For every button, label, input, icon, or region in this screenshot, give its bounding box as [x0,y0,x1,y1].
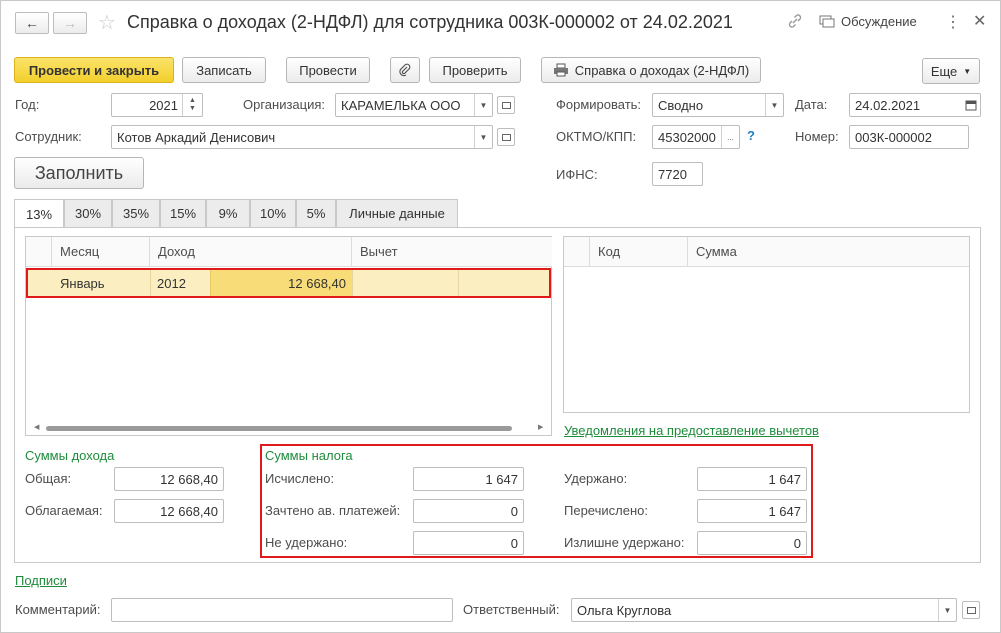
calculated-label: Исчислено: [265,471,335,486]
organization-field[interactable]: КАРАМЕЛЬКА ООО ▼ [335,93,493,117]
over-withheld-field[interactable]: 0 [697,531,807,555]
employee-label: Сотрудник: [15,129,82,144]
total-income-label: Общая: [25,471,72,486]
check-button[interactable]: Проверить [429,57,521,83]
signatures-link[interactable]: Подписи [15,573,67,588]
deductions-notifications-link[interactable]: Уведомления на предоставление вычетов [564,423,819,438]
employee-field[interactable]: Котов Аркадий Денисович ▼ [111,125,493,149]
back-button[interactable]: ← [15,12,49,34]
chevron-down-icon: ▼ [963,66,972,76]
withheld-field[interactable]: 1 647 [697,467,807,491]
over-withheld-label: Излишне удержано: [564,535,685,550]
fill-button[interactable]: Заполнить [14,157,144,189]
open-organization-button[interactable] [497,96,515,114]
taxable-income-label: Облагаемая: [25,503,103,518]
rate-tabs: 13% 30% 35% 15% 9% 10% 5% Личные данные [14,199,458,228]
favorite-star-icon[interactable]: ☆ [98,10,116,35]
credited-advance-label: Зачтено ав. платежей: [265,503,401,518]
taxable-income-field[interactable]: 12 668,40 [114,499,224,523]
year-spinner[interactable]: ▲ ▼ [182,94,202,116]
tab-9[interactable]: 9% [206,199,250,227]
ifns-label: ИФНС: [556,167,598,182]
more-button[interactable]: Еще ▼ [922,58,980,84]
printer-icon [553,63,568,77]
tab-10[interactable]: 10% [250,199,296,227]
transferred-field[interactable]: 1 647 [697,499,807,523]
open-employee-button[interactable] [497,128,515,146]
post-button[interactable]: Провести [286,57,370,83]
ifns-field[interactable]: 7720 [652,162,703,186]
column-deduction[interactable]: Вычет [352,237,552,267]
not-withheld-field[interactable]: 0 [413,531,524,555]
open-window-icon [501,101,511,109]
arrow-right-icon: → [63,15,77,31]
tab-30[interactable]: 30% [64,199,112,227]
withheld-label: Удержано: [564,471,628,486]
column-code[interactable]: Код [590,237,688,267]
page-title: Справка о доходах (2-НДФЛ) для сотрудник… [127,12,733,32]
year-label: Год: [15,97,40,112]
form-mode-select[interactable]: Сводно ▼ [652,93,784,117]
tab-5[interactable]: 5% [296,199,336,227]
help-icon[interactable]: ? [747,128,755,143]
close-icon[interactable]: ✕ [973,11,986,31]
date-field[interactable]: 24.02.2021 [849,93,981,117]
forward-button[interactable]: → [53,12,87,34]
link-icon[interactable] [787,13,803,32]
spin-up-icon: ▲ [189,97,196,104]
responsible-label: Ответственный: [463,602,560,617]
save-button[interactable]: Записать [182,57,266,83]
scroll-left-icon[interactable]: ◀ [34,423,39,431]
responsible-field[interactable]: Ольга Круглова ▼ [571,598,957,622]
open-responsible-button[interactable] [962,601,980,619]
highlight-row-frame [26,268,551,298]
attach-button[interactable] [390,57,420,83]
deductions-table: Код Сумма [563,236,970,413]
chevron-down-icon[interactable]: ▼ [474,126,492,148]
credited-advance-field[interactable]: 0 [413,499,524,523]
year-field[interactable]: 2021 ▲ ▼ [111,93,203,117]
column-sum[interactable]: Сумма [688,237,969,267]
tab-personal-data[interactable]: Личные данные [336,199,458,227]
tab-35[interactable]: 35% [112,199,160,227]
comment-field[interactable] [111,598,453,622]
calendar-icon[interactable] [962,94,980,116]
chevron-down-icon[interactable]: ▼ [938,599,956,621]
chevron-down-icon[interactable]: ▼ [474,94,492,116]
form-mode-label: Формировать: [556,97,642,112]
tab-13[interactable]: 13% [14,199,64,228]
total-income-field[interactable]: 12 668,40 [114,467,224,491]
tax-sums-title: Суммы налога [265,448,353,463]
organization-label: Организация: [243,97,326,112]
income-table: Месяц Доход Вычет Январь 2012 12 668,40 … [25,236,552,436]
print-report-button[interactable]: Справка о доходах (2-НДФЛ) [541,57,761,83]
number-label: Номер: [795,129,839,144]
chat-icon [819,15,835,27]
not-withheld-label: Не удержано: [265,535,348,550]
column-month[interactable]: Месяц [52,237,150,267]
oktmo-label: ОКТМО/КПП: [556,129,637,144]
more-menu-icon[interactable]: ⋮ [945,12,961,32]
select-button[interactable]: ... [721,126,739,148]
chevron-down-icon[interactable]: ▼ [765,94,783,116]
open-window-icon [966,606,976,614]
horizontal-scrollbar[interactable] [46,426,512,431]
spin-down-icon: ▼ [189,105,196,112]
comment-label: Комментарий: [15,602,101,617]
tab-15[interactable]: 15% [160,199,206,227]
arrow-left-icon: ← [25,15,39,31]
post-and-close-button[interactable]: Провести и закрыть [14,57,174,83]
income-sums-title: Суммы дохода [25,448,115,463]
open-window-icon [501,133,511,141]
number-field[interactable]: 003К-000002 [849,125,969,149]
calculated-field[interactable]: 1 647 [413,467,524,491]
date-label: Дата: [795,97,828,112]
transferred-label: Перечислено: [564,503,648,518]
column-income[interactable]: Доход [150,237,352,267]
paperclip-icon [399,63,411,77]
oktmo-field[interactable]: 45302000 ... [652,125,740,149]
discussion-button[interactable]: Обсуждение [819,14,917,29]
scroll-right-icon[interactable]: ▶ [538,423,543,431]
